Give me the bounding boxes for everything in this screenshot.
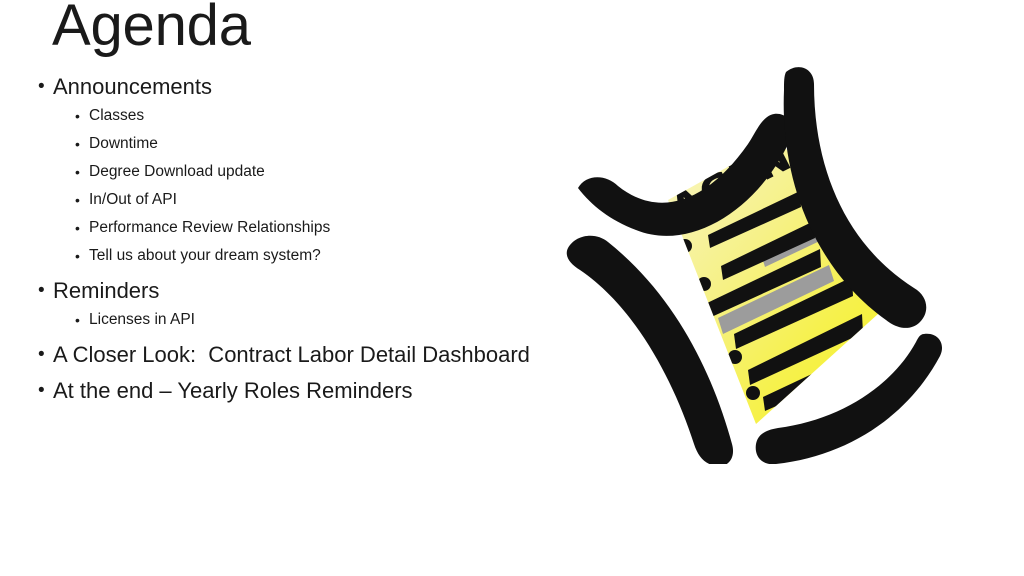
outline-item-downtime: • Downtime xyxy=(30,130,570,158)
outline-item-label: Reminders xyxy=(53,278,160,303)
bullet-glyph-icon: • xyxy=(38,380,45,401)
bullet-glyph-icon: • xyxy=(38,280,45,301)
outline-item-classes: • Classes xyxy=(30,102,570,130)
outline-item-label: A Closer Look: Contract Labor Detail Das… xyxy=(53,342,530,367)
outline-item-dream-system: • Tell us about your dream system? xyxy=(30,242,570,270)
outline-item-label: Performance Review Relationships xyxy=(89,219,331,236)
outline-item-reminders: • Reminders xyxy=(30,276,570,306)
outline-item-degree-download-update: • Degree Download update xyxy=(30,158,570,186)
outline-item-label: Degree Download update xyxy=(89,163,265,180)
outline-item-performance-review-relationships: • Performance Review Relationships xyxy=(30,214,570,242)
bullet-glyph-icon: • xyxy=(75,192,80,208)
outline-item-label: Classes xyxy=(89,107,145,124)
outline-item-in-out-of-api: • In/Out of API xyxy=(30,186,570,214)
outline-item-label: Licenses in API xyxy=(89,311,195,328)
bullet-glyph-icon: • xyxy=(38,76,45,97)
outline-item-label: Tell us about your dream system? xyxy=(89,247,321,264)
outline-item-label: At the end – Yearly Roles Reminders xyxy=(53,378,413,403)
bullet-glyph-icon: • xyxy=(75,220,80,236)
outline-item-label: In/Out of API xyxy=(89,191,177,208)
outline-item-a-closer-look: • A Closer Look: Contract Labor Detail D… xyxy=(30,340,570,370)
outline-item-label: Downtime xyxy=(89,135,158,152)
outline-item-at-the-end: • At the end – Yearly Roles Reminders xyxy=(30,376,570,406)
agenda-outline: • Announcements • Classes • Downtime • D… xyxy=(30,72,570,406)
bullet-glyph-icon: • xyxy=(75,164,80,180)
bullet-glyph-icon: • xyxy=(75,248,80,264)
bullet-glyph-icon: • xyxy=(75,312,80,328)
slide-canvas: Agenda • Announcements • Classes • Downt… xyxy=(0,0,1024,576)
bullet-glyph-icon: • xyxy=(38,344,45,365)
outline-item-label: Announcements xyxy=(53,74,212,99)
agenda-sheet-image: AGENDA xyxy=(548,52,948,464)
outline-item-announcements: • Announcements xyxy=(30,72,570,102)
bullet-glyph-icon: • xyxy=(75,108,80,124)
outline-item-licenses-in-api: • Licenses in API xyxy=(30,306,570,334)
page-title: Agenda xyxy=(52,0,251,58)
bullet-glyph-icon: • xyxy=(75,136,80,152)
